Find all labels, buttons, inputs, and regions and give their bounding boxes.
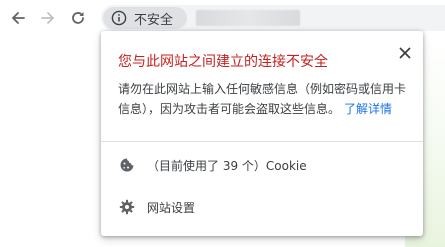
info-icon xyxy=(111,10,127,26)
security-label: 不安全 xyxy=(134,12,174,28)
popup-description: 请勿在此网站上输入任何敏感信息（例如密码或信用卡 信息），因为攻击者可能会盗取这… xyxy=(118,79,410,119)
site-settings-item[interactable]: 网站设置 xyxy=(101,191,423,223)
cookies-label: （目前使用了 39 个）Cookie xyxy=(147,158,307,173)
learn-more-link[interactable]: 了解详情 xyxy=(344,102,392,116)
arrow-left-icon xyxy=(12,12,25,24)
site-settings-label: 网站设置 xyxy=(147,200,196,215)
reload-icon xyxy=(72,12,84,24)
back-button[interactable] xyxy=(6,6,30,30)
reload-button[interactable] xyxy=(66,6,90,30)
security-indicator[interactable]: 不安全 xyxy=(103,7,187,29)
arrow-right-icon xyxy=(41,12,54,24)
close-icon xyxy=(399,47,411,59)
site-info-popup: 您与此网站之间建立的连接不安全 请勿在此网站上输入任何敏感信息（例如密码或信用卡… xyxy=(101,31,423,236)
description-line-1: 请勿在此网站上输入任何敏感信息（例如密码或信用卡 xyxy=(118,82,407,96)
divider xyxy=(101,141,423,142)
url-text-redacted[interactable] xyxy=(196,10,300,26)
gear-icon xyxy=(118,198,136,216)
description-line-2: 信息），因为攻击者可能会盗取这些信息。 了解详情 xyxy=(118,99,410,119)
description-line-2-text: 信息），因为攻击者可能会盗取这些信息。 xyxy=(118,102,341,116)
cookie-icon xyxy=(118,156,136,174)
close-button[interactable] xyxy=(393,41,417,65)
forward-button[interactable] xyxy=(36,6,60,30)
cookies-item[interactable]: （目前使用了 39 个）Cookie xyxy=(101,149,423,181)
popup-title: 您与此网站之间建立的连接不安全 xyxy=(118,54,328,70)
